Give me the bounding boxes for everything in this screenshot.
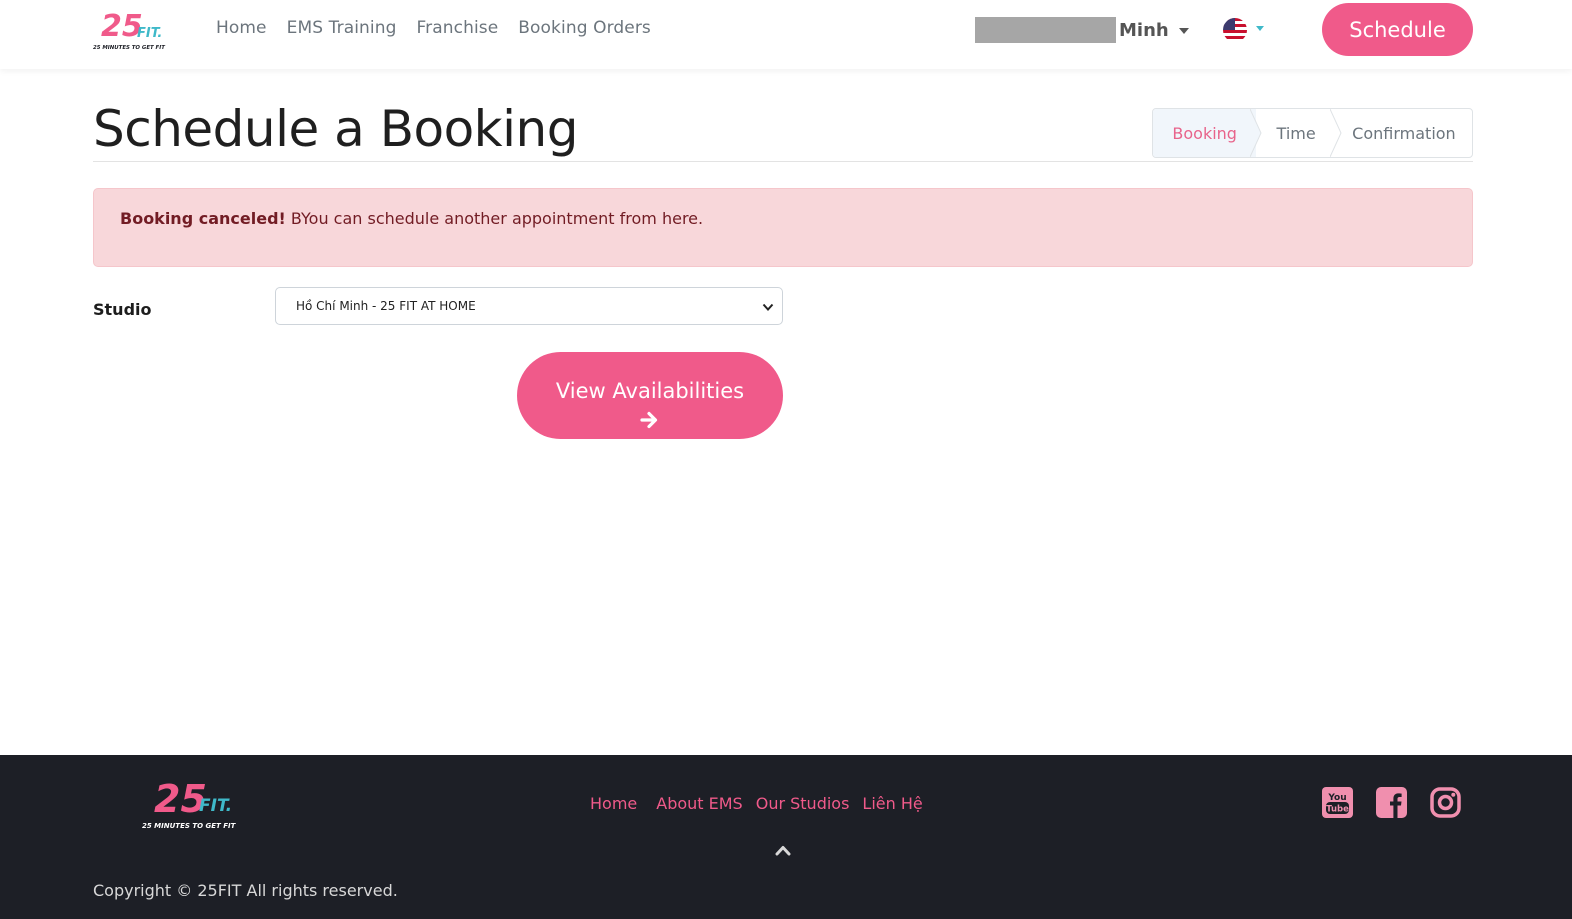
footer-nav-about-ems[interactable]: About EMS — [656, 794, 742, 813]
nav-ems-training[interactable]: EMS Training — [287, 18, 397, 38]
nav-booking-orders[interactable]: Booking Orders — [518, 18, 651, 38]
top-navbar: 25 FIT. 25 MINUTES TO GET FIT Home EMS T… — [0, 0, 1572, 69]
cancel-alert: Booking canceled! BYou can schedule anot… — [93, 188, 1473, 267]
youtube-icon[interactable]: You Tube — [1322, 787, 1353, 818]
svg-text:You: You — [1327, 793, 1346, 803]
chevron-down-icon — [1256, 25, 1264, 31]
instagram-icon[interactable] — [1430, 787, 1461, 818]
copyright-text: Copyright © 25FIT All rights reserved. — [93, 881, 398, 900]
user-menu[interactable]: Minh — [975, 17, 1189, 43]
view-availabilities-button[interactable]: View Availabilities — [517, 352, 783, 439]
step-label: Confirmation — [1352, 123, 1456, 143]
brand-logo[interactable]: 25 FIT. 25 MINUTES TO GET FIT — [92, 6, 172, 54]
main-nav: Home EMS Training Franchise Booking Orde… — [216, 18, 671, 38]
scroll-top-icon[interactable] — [775, 844, 791, 856]
redacted-name — [975, 17, 1116, 43]
footer: 25 FIT. 25 MINUTES TO GET FIT Home About… — [0, 755, 1572, 919]
language-selector[interactable] — [1223, 18, 1264, 42]
nav-home[interactable]: Home — [216, 18, 267, 38]
page-title: Schedule a Booking — [93, 100, 578, 158]
step-label: Booking — [1172, 123, 1237, 143]
step-booking[interactable]: Booking — [1153, 109, 1262, 157]
logo-tagline: 25 MINUTES TO GET FIT — [93, 45, 166, 51]
studio-label: Studio — [93, 300, 152, 319]
footer-nav: Home About EMS Our Studios Liên Hệ — [590, 794, 936, 813]
studio-selected-value: Hồ Chí Minh - 25 FIT AT HOME — [296, 299, 476, 313]
alert-strong: Booking canceled! — [120, 209, 286, 228]
arrow-right-icon — [640, 411, 658, 428]
logo-word: FIT. — [199, 796, 232, 816]
alert-text: BYou can schedule another appointment fr… — [285, 209, 704, 228]
facebook-icon[interactable] — [1376, 787, 1407, 818]
title-divider — [93, 161, 1473, 162]
footer-brand-logo[interactable]: 25 FIT. 25 MINUTES TO GET FIT — [141, 774, 245, 834]
footer-nav-our-studios[interactable]: Our Studios — [756, 794, 850, 813]
logo-tagline: 25 MINUTES TO GET FIT — [142, 822, 237, 830]
studio-select[interactable]: Hồ Chí Minh - 25 FIT AT HOME — [275, 287, 783, 325]
view-availabilities-label: View Availabilities — [555, 378, 745, 403]
footer-nav-home[interactable]: Home — [590, 794, 637, 813]
us-flag-icon — [1223, 18, 1247, 42]
step-separator-icon — [1329, 109, 1342, 157]
svg-text:Tube: Tube — [1326, 805, 1349, 815]
user-name: Minh — [1119, 19, 1169, 41]
social-links: You Tube — [1322, 787, 1461, 818]
nav-franchise[interactable]: Franchise — [417, 18, 499, 38]
step-separator-icon — [1250, 109, 1262, 157]
schedule-button[interactable]: Schedule — [1322, 3, 1473, 56]
step-time[interactable]: Time — [1256, 109, 1342, 157]
step-confirmation[interactable]: Confirmation — [1336, 109, 1472, 157]
booking-steps: Booking Time Confirmation — [1152, 108, 1473, 158]
chevron-down-icon — [1178, 28, 1189, 34]
step-label: Time — [1276, 123, 1316, 143]
footer-nav-lien-he[interactable]: Liên Hệ — [862, 794, 922, 813]
chevron-down-icon — [762, 303, 774, 311]
logo-word: FIT. — [137, 26, 162, 41]
